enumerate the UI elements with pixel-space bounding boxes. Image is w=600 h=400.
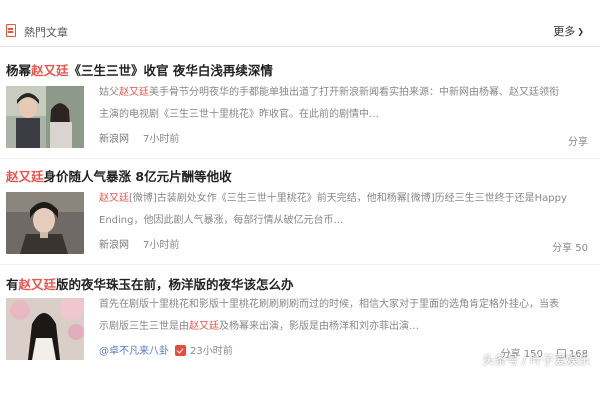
document-icon bbox=[6, 24, 16, 37]
article-summary-line2: 主演的电视剧《三生三世十里桃花》昨收官。在此前的剧情中… bbox=[99, 109, 379, 120]
divider bbox=[0, 158, 600, 159]
article-title[interactable]: 赵又廷身价随人气暴涨 8亿元片酬等他收 bbox=[6, 166, 232, 185]
summary-text: 及杨幂来出演，影版是由杨洋和刘亦菲出演… bbox=[219, 321, 419, 332]
title-text: 有 bbox=[6, 277, 19, 292]
article-time: 23小时前 bbox=[190, 346, 233, 357]
chevron-right-icon: ❯ bbox=[577, 27, 584, 36]
watermark: 头条号 / 叶子爱娱乐 bbox=[482, 353, 590, 367]
summary-text: 美手骨节分明夜华的手都能单独出道了打开新浪新闻看实拍来源：中新网由杨幂、赵又廷领… bbox=[149, 87, 559, 98]
article-thumbnail[interactable] bbox=[6, 192, 84, 254]
summary-text: [微博]古装剧处女作《三生三世十里桃花》前天完结，他和杨幂[微博]历经三生三世终… bbox=[129, 193, 567, 204]
article-thumbnail[interactable] bbox=[6, 298, 84, 360]
article-author[interactable]: @卓不凡来八卦 bbox=[99, 346, 169, 357]
divider bbox=[0, 264, 600, 265]
share-button[interactable]: 分享 bbox=[568, 133, 588, 148]
article-title[interactable]: 杨幂赵又廷《三生三世》收官 夜华白浅再续深情 bbox=[6, 60, 273, 79]
summary-highlight: 赵又廷 bbox=[99, 193, 129, 204]
more-link[interactable]: 更多 ❯ bbox=[553, 23, 584, 39]
article-meta: @卓不凡来八卦 23小时前 bbox=[99, 342, 233, 357]
title-highlight: 赵又廷 bbox=[18, 277, 57, 292]
article-summary: 首先在剧版十里桃花和影版十里桃花刷刷刷刷而过的时候，相信大家对于里面的选角肯定格… bbox=[99, 299, 559, 310]
summary-text: 姑父 bbox=[99, 87, 119, 98]
verified-icon bbox=[175, 345, 186, 356]
article-time: 7小时前 bbox=[143, 240, 180, 251]
article-item[interactable]: 杨幂赵又廷《三生三世》收官 夜华白浅再续深情 姑父赵又廷美手骨节分明夜华的手都能… bbox=[0, 60, 600, 160]
article-meta: 新浪网 7小时前 bbox=[99, 130, 179, 145]
article-title[interactable]: 有赵又廷版的夜华珠玉在前，杨洋版的夜华该怎么办 bbox=[6, 274, 294, 293]
article-source[interactable]: 新浪网 bbox=[99, 134, 129, 145]
section-title: 熱門文章 bbox=[24, 26, 68, 39]
more-label: 更多 bbox=[553, 25, 576, 38]
divider bbox=[0, 46, 600, 47]
hot-articles-header: 熱門文章 更多 ❯ bbox=[0, 18, 600, 47]
article-summary-line2: Ending，他因此剧人气暴涨，每部行情从破亿元台币… bbox=[99, 215, 344, 226]
title-highlight: 赵又廷 bbox=[6, 169, 44, 184]
share-button[interactable]: 分享 50 bbox=[552, 239, 588, 254]
article-thumbnail[interactable] bbox=[6, 86, 84, 148]
article-meta: 新浪网 7小时前 bbox=[99, 236, 179, 251]
article-item[interactable]: 赵又廷身价随人气暴涨 8亿元片酬等他收 赵又廷[微博]古装剧处女作《三生三世十里… bbox=[0, 166, 600, 266]
title-text: 《三生三世》收官 夜华白浅再续深情 bbox=[68, 63, 273, 78]
title-highlight: 赵又廷 bbox=[31, 63, 69, 78]
article-summary: 姑父赵又廷美手骨节分明夜华的手都能单独出道了打开新浪新闻看实拍来源：中新网由杨幂… bbox=[99, 82, 593, 104]
article-time: 7小时前 bbox=[143, 134, 180, 145]
summary-highlight: 赵又廷 bbox=[189, 321, 219, 332]
summary-highlight: 赵又廷 bbox=[119, 87, 149, 98]
title-text: 版的夜华珠玉在前，杨洋版的夜华该怎么办 bbox=[56, 277, 294, 292]
article-summary-line2: 示剧版三生三世是由赵又廷及杨幂来出演，影版是由杨洋和刘亦菲出演… bbox=[99, 316, 593, 338]
summary-text: 示剧版三生三世是由 bbox=[99, 321, 189, 332]
title-text: 杨幂 bbox=[6, 63, 32, 78]
title-text: 身价随人气暴涨 8亿元片酬等他收 bbox=[43, 169, 232, 184]
article-summary: 赵又廷[微博]古装剧处女作《三生三世十里桃花》前天完结，他和杨幂[微博]历经三生… bbox=[99, 188, 593, 210]
article-source[interactable]: 新浪网 bbox=[99, 240, 129, 251]
